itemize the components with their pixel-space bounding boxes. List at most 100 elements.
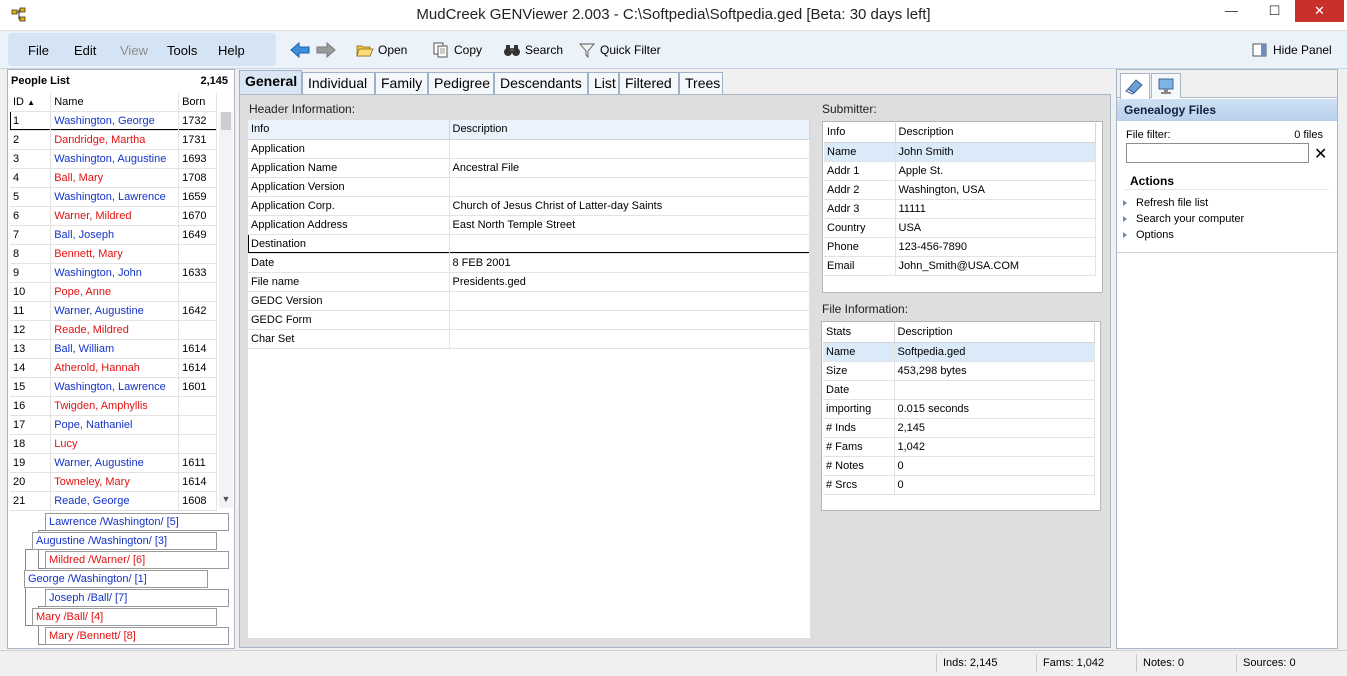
menu-tools[interactable]: Tools: [167, 43, 197, 58]
column-born[interactable]: Born: [178, 93, 217, 112]
tab-trees[interactable]: Trees: [679, 72, 723, 95]
submitter-row[interactable]: Name John Smith: [824, 142, 1096, 162]
header-info-row[interactable]: Application Corp. Church of Jesus Christ …: [248, 196, 810, 216]
file-info-row[interactable]: # Fams 1,042: [823, 437, 1095, 457]
tab-list[interactable]: List: [588, 72, 619, 95]
file-filter-input[interactable]: [1126, 143, 1309, 163]
pedigree-node[interactable]: George /Washington/ [1]: [24, 570, 208, 588]
people-row[interactable]: 15 Washington, Lawrence 1601: [10, 377, 217, 397]
quick-filter-button[interactable]: Quick Filter: [578, 39, 661, 61]
people-row[interactable]: 19 Warner, Augustine 1611: [10, 453, 217, 473]
people-row[interactable]: 8 Bennett, Mary: [10, 244, 217, 264]
pedigree-node[interactable]: Mary /Ball/ [4]: [32, 608, 217, 626]
file-info-row[interactable]: Date: [823, 380, 1095, 400]
pedigree-node[interactable]: Mary /Bennett/ [8]: [45, 627, 229, 645]
tab-individual[interactable]: Individual: [302, 72, 375, 95]
header-information-label: Header Information:: [249, 102, 356, 116]
header-info-row[interactable]: File name Presidents.ged: [248, 272, 810, 292]
column-description[interactable]: Description: [449, 120, 810, 140]
column-info[interactable]: Info: [248, 120, 450, 140]
pedigree-node[interactable]: Mildred /Warner/ [6]: [45, 551, 229, 569]
people-row[interactable]: 7 Ball, Joseph 1649: [10, 225, 217, 245]
copy-button[interactable]: Copy: [432, 39, 482, 61]
column-stats[interactable]: Stats: [823, 323, 895, 343]
file-info-row[interactable]: # Inds 2,145: [823, 418, 1095, 438]
people-row[interactable]: 16 Twigden, Amphyllis: [10, 396, 217, 416]
open-button[interactable]: Open: [356, 39, 407, 61]
people-scrollbar[interactable]: ▼: [219, 112, 233, 508]
people-row[interactable]: 12 Reade, Mildred: [10, 320, 217, 340]
scroll-down-arrow-icon[interactable]: ▼: [219, 494, 233, 508]
pedigree-node[interactable]: Augustine /Washington/ [3]: [32, 532, 217, 550]
column-id[interactable]: ID ▲: [10, 93, 52, 112]
tab-general[interactable]: General: [239, 70, 302, 95]
file-info-row[interactable]: # Srcs 0: [823, 475, 1095, 495]
header-info-row[interactable]: Application Address East North Temple Str…: [248, 215, 810, 235]
people-row[interactable]: 10 Pope, Anne: [10, 282, 217, 302]
submitter-row[interactable]: Country USA: [824, 218, 1096, 238]
people-row[interactable]: 14 Atherold, Hannah 1614: [10, 358, 217, 378]
people-row[interactable]: 3 Washington, Augustine 1693: [10, 149, 217, 169]
maximize-button[interactable]: ☐: [1252, 0, 1297, 22]
cell-label: Name: [824, 142, 896, 162]
people-row[interactable]: 6 Warner, Mildred 1670: [10, 206, 217, 226]
tab-family[interactable]: Family: [375, 72, 428, 95]
people-row[interactable]: 2 Dandridge, Martha 1731: [10, 130, 217, 150]
menu-view[interactable]: View: [120, 43, 148, 58]
column-description[interactable]: Description: [894, 323, 1095, 343]
people-row[interactable]: 4 Ball, Mary 1708: [10, 168, 217, 188]
menu-file[interactable]: File: [28, 43, 49, 58]
header-info-row[interactable]: Application Version: [248, 177, 810, 197]
cell-born: [178, 396, 217, 416]
column-description[interactable]: Description: [895, 123, 1096, 143]
people-row[interactable]: 20 Towneley, Mary 1614: [10, 472, 217, 492]
column-info[interactable]: Info: [824, 123, 896, 143]
pedigree-node[interactable]: Joseph /Ball/ [7]: [45, 589, 229, 607]
tab-files[interactable]: [1120, 73, 1150, 99]
header-info-row[interactable]: Date 8 FEB 2001: [248, 253, 810, 273]
search-button[interactable]: Search: [503, 39, 563, 61]
clear-filter-icon[interactable]: ✕: [1314, 144, 1327, 164]
close-button[interactable]: ✕: [1295, 0, 1344, 22]
people-panel: People List 2,145 ID ▲ Name Born 1 Washin…: [7, 69, 235, 649]
people-row[interactable]: 5 Washington, Lawrence 1659: [10, 187, 217, 207]
people-row[interactable]: 13 Ball, William 1614: [10, 339, 217, 359]
people-row[interactable]: 9 Washington, John 1633: [10, 263, 217, 283]
tab-descendants[interactable]: Descendants: [494, 72, 588, 95]
column-name[interactable]: Name: [50, 93, 180, 112]
people-row[interactable]: 18 Lucy: [10, 434, 217, 454]
submitter-row[interactable]: Addr 1 Apple St.: [824, 161, 1096, 181]
minimize-button[interactable]: —: [1209, 0, 1254, 22]
hide-panel-button[interactable]: Hide Panel: [1251, 39, 1332, 61]
file-info-row[interactable]: Size 453,298 bytes: [823, 361, 1095, 381]
file-info-row[interactable]: # Notes 0: [823, 456, 1095, 476]
header-info-row[interactable]: Char Set: [248, 329, 810, 349]
header-info-row[interactable]: Application Name Ancestral File: [248, 158, 810, 178]
tab-filtered[interactable]: Filtered: [619, 72, 679, 95]
header-info-row[interactable]: Application: [248, 139, 810, 159]
people-row[interactable]: 17 Pope, Nathaniel: [10, 415, 217, 435]
search-computer-link[interactable]: Search your computer: [1122, 213, 1244, 225]
header-info-row[interactable]: GEDC Version: [248, 291, 810, 311]
submitter-row[interactable]: Addr 2 Washington, USA: [824, 180, 1096, 200]
tab-computer[interactable]: [1151, 73, 1181, 98]
people-row[interactable]: 1 Washington, George 1732: [10, 111, 217, 131]
submitter-row[interactable]: Addr 3 11111: [824, 199, 1096, 219]
file-info-row[interactable]: Name Softpedia.ged: [823, 342, 1095, 362]
menu-edit[interactable]: Edit: [74, 43, 96, 58]
pedigree-node[interactable]: Lawrence /Washington/ [5]: [45, 513, 229, 531]
back-arrow-icon[interactable]: [289, 40, 311, 60]
submitter-row[interactable]: Email John_Smith@USA.COM: [824, 256, 1096, 276]
options-link[interactable]: Options: [1123, 229, 1174, 241]
menu-help[interactable]: Help: [218, 43, 245, 58]
file-info-row[interactable]: importing 0.015 seconds: [823, 399, 1095, 419]
refresh-file-list-link[interactable]: Refresh file list: [1122, 197, 1208, 209]
people-row[interactable]: 11 Warner, Augustine 1642: [10, 301, 217, 321]
header-info-row[interactable]: GEDC Form: [248, 310, 810, 330]
tab-pedigree[interactable]: Pedigree: [428, 72, 494, 95]
header-info-row[interactable]: Destination: [248, 234, 810, 254]
forward-arrow-icon[interactable]: [315, 40, 337, 60]
scrollbar-thumb[interactable]: [221, 112, 231, 130]
people-row[interactable]: 21 Reade, George 1608: [10, 491, 217, 511]
submitter-row[interactable]: Phone 123-456-7890: [824, 237, 1096, 257]
